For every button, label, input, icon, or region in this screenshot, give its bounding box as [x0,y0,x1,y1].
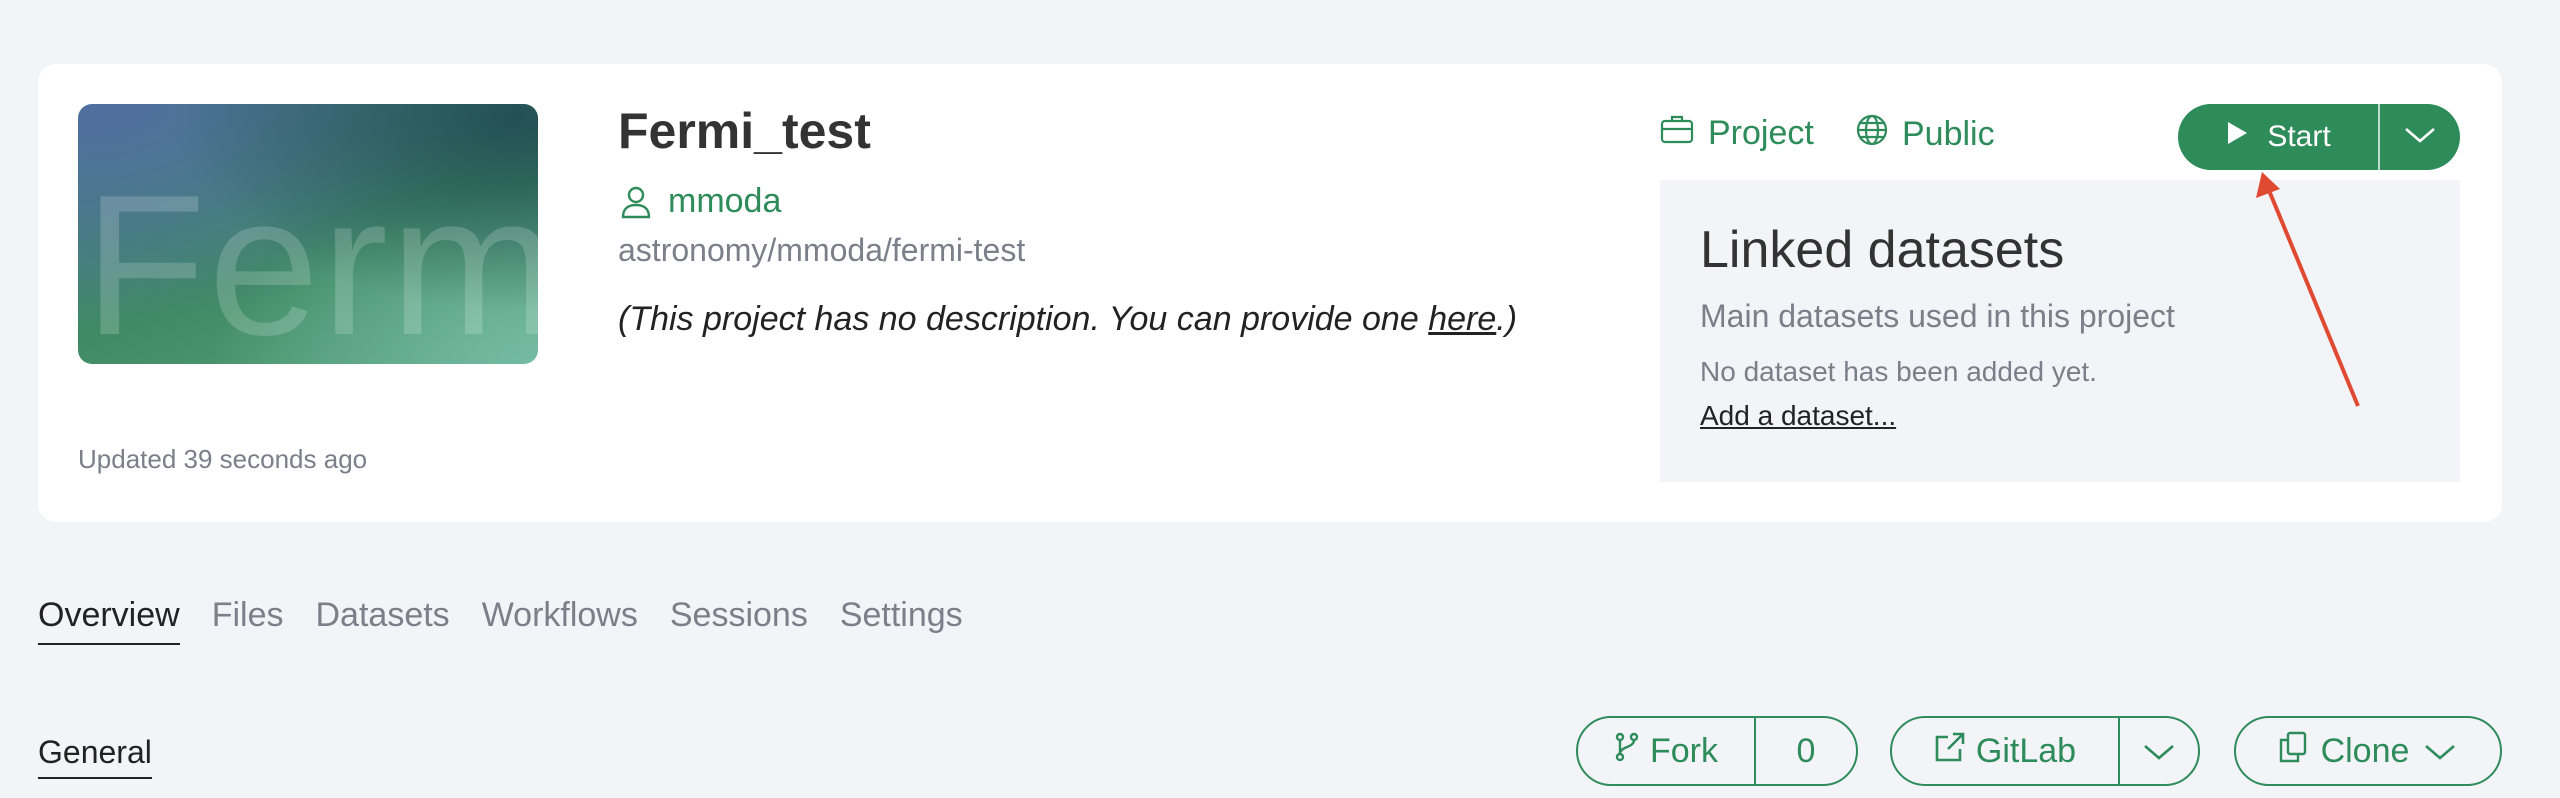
linked-datasets-subtitle: Main datasets used in this project [1700,298,2175,334]
project-header-card: Ferm Updated 39 seconds ago Fermi_test m… [38,64,2502,522]
globe-icon [1856,114,1888,155]
gitlab-label: GitLab [1975,731,2077,770]
fork-icon [1614,732,1640,771]
project-type: Project [1660,114,1814,153]
description-suffix: .) [1496,300,1518,338]
start-label: Start [2267,120,2331,153]
tab-datasets[interactable]: Datasets [316,596,450,645]
user-icon [620,185,652,219]
start-button[interactable]: Start [2178,104,2378,170]
fork-button[interactable]: Fork [1578,718,1754,784]
linked-datasets-panel: Linked datasets Main datasets used in th… [1660,180,2460,482]
project-thumbnail: Ferm [78,104,538,364]
description-text: (This project has no description. You ca… [618,300,1429,338]
thumbnail-text: Ferm [84,154,538,365]
chevron-down-icon [2423,732,2457,771]
start-session-group: Start [2178,104,2460,170]
start-options-dropdown[interactable] [2380,104,2460,170]
tab-sessions[interactable]: Sessions [670,596,808,645]
project-type-label: Project [1708,114,1814,152]
clone-label: Clone [2320,731,2410,770]
linked-datasets-empty: No dataset has been added yet. [1700,356,2097,387]
tab-overview[interactable]: Overview [38,596,180,645]
tab-files[interactable]: Files [212,596,284,645]
fork-count[interactable]: 0 [1756,718,1856,784]
project-path: astronomy/mmoda/fermi-test [618,232,1026,268]
chevron-down-icon [2142,732,2176,771]
gitlab-group: GitLab [1890,716,2200,786]
project-owner[interactable]: mmoda [620,182,781,221]
chevron-down-icon [2403,125,2437,150]
play-icon [2225,120,2249,154]
owner-name: mmoda [668,182,782,220]
add-dataset-link[interactable]: Add a dataset... [1700,400,1896,432]
fork-label: Fork [1650,731,1718,770]
project-tabs: Overview Files Datasets Workflows Sessio… [38,596,963,645]
clone-content: Clone [2279,718,2458,784]
gitlab-dropdown[interactable] [2120,718,2198,784]
external-link-icon [1934,731,1966,772]
clone-button[interactable]: Clone [2234,716,2502,786]
description-link[interactable]: here [1428,300,1496,338]
project-visibility-label: Public [1902,115,1995,153]
gitlab-button[interactable]: GitLab [1892,718,2118,784]
tab-settings[interactable]: Settings [840,596,963,645]
tab-workflows[interactable]: Workflows [482,596,638,645]
briefcase-icon [1660,114,1694,153]
project-title: Fermi_test [618,103,871,159]
linked-datasets-title: Linked datasets [1700,221,2065,279]
updated-timestamp: Updated 39 seconds ago [78,444,368,474]
fork-group: Fork 0 [1576,716,1858,786]
copy-icon [2279,731,2307,772]
project-description: (This project has no description. You ca… [618,300,1517,339]
section-general[interactable]: General [38,734,152,779]
project-visibility: Public [1856,114,1995,155]
